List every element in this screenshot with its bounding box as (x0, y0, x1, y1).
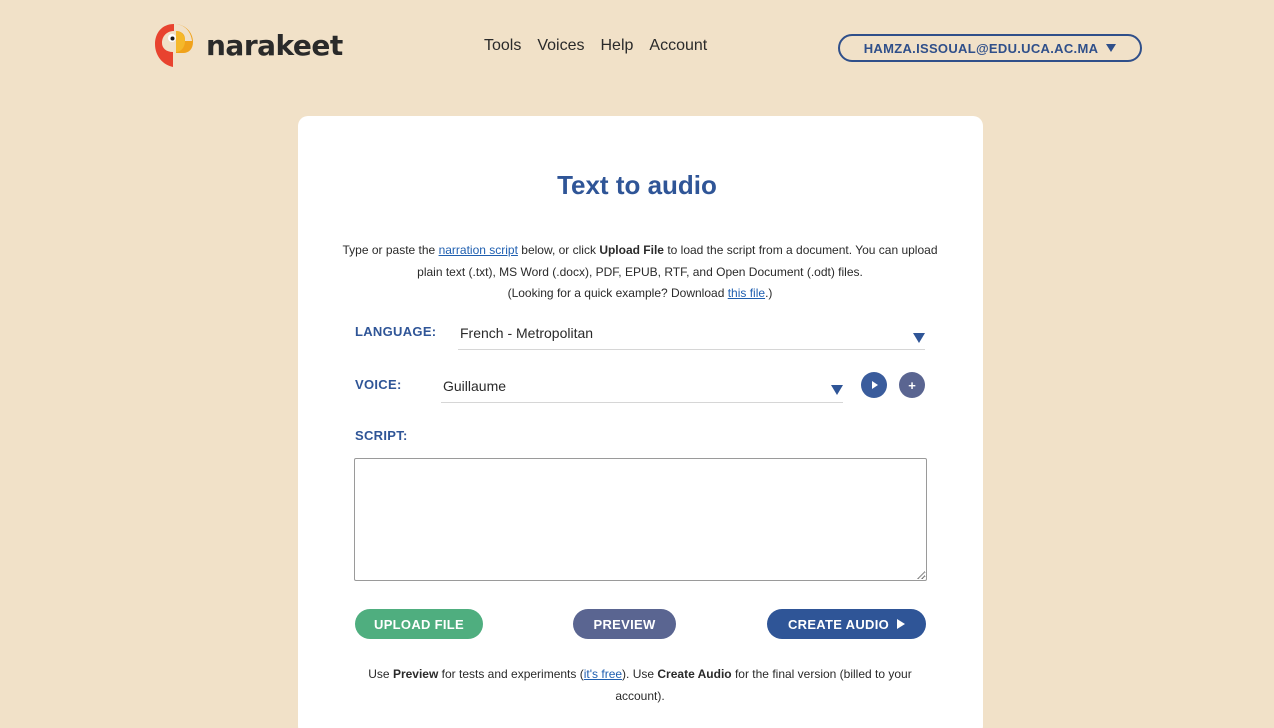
brand-name: narakeet (206, 28, 343, 62)
nav-account[interactable]: Account (649, 37, 707, 55)
voice-play-button[interactable] (861, 372, 887, 398)
create-audio-label: CREATE AUDIO (787, 616, 890, 632)
upload-file-emphasis: Upload File (599, 243, 664, 257)
language-select[interactable]: French - Metropolitan (458, 322, 925, 350)
language-label: LANGUAGE: (355, 324, 437, 339)
intro-text: Type or paste the narration script below… (340, 240, 940, 305)
billing-note-part: for tests and experiments ( (438, 667, 584, 681)
script-textarea[interactable] (354, 458, 927, 581)
account-email: HAMZA.ISSOUAL@EDU.UCA.AC.MA (863, 40, 1099, 56)
its-free-link[interactable]: it's free (584, 667, 622, 681)
nav-tools[interactable]: Tools (484, 37, 521, 55)
voice-value: Guillaume (443, 378, 507, 394)
resize-handle-icon[interactable] (916, 570, 925, 579)
intro-text-part: below, or click (517, 243, 600, 257)
caret-down-icon (831, 385, 843, 395)
upload-file-button[interactable]: UPLOAD FILE (355, 609, 483, 639)
preview-emphasis: Preview (392, 667, 439, 681)
create-audio-emphasis: Create Audio (657, 667, 732, 681)
billing-note: Use Preview for tests and experiments (i… (350, 663, 930, 707)
narration-script-link[interactable]: narration script (439, 243, 518, 257)
account-menu-button[interactable]: HAMZA.ISSOUAL@EDU.UCA.AC.MA (838, 34, 1142, 62)
play-icon (897, 619, 906, 629)
billing-note-part: Use (368, 667, 393, 681)
create-audio-button[interactable]: CREATE AUDIO (767, 609, 926, 639)
main-nav: Tools Voices Help Account (484, 37, 707, 55)
preview-button[interactable]: PREVIEW (573, 609, 676, 639)
language-value: French - Metropolitan (460, 325, 594, 341)
voice-add-button[interactable]: + (899, 372, 925, 398)
play-icon (872, 381, 878, 389)
parrot-logo-icon (155, 24, 193, 67)
brand-logo[interactable]: narakeet (152, 22, 343, 68)
billing-note-part: ). Use (622, 667, 658, 681)
voice-label: VOICE: (355, 377, 402, 392)
nav-help[interactable]: Help (601, 37, 634, 55)
site-header: narakeet Tools Voices Help Account HAMZA… (0, 0, 1274, 100)
intro-text-part: Type or paste the (342, 243, 439, 257)
intro-text-part: .) (765, 286, 773, 300)
upload-file-label: UPLOAD FILE (374, 616, 464, 632)
plus-icon: + (908, 377, 916, 393)
nav-voices[interactable]: Voices (537, 37, 584, 55)
caret-down-icon (1106, 44, 1117, 52)
preview-label: PREVIEW (593, 616, 656, 632)
caret-down-icon (913, 333, 925, 343)
page-title: Text to audio (557, 170, 717, 200)
intro-text-part: (Looking for a quick example? Download (507, 286, 728, 300)
voice-select[interactable]: Guillaume (441, 375, 843, 403)
script-label: SCRIPT: (355, 428, 408, 443)
example-file-link[interactable]: this file (728, 286, 765, 300)
